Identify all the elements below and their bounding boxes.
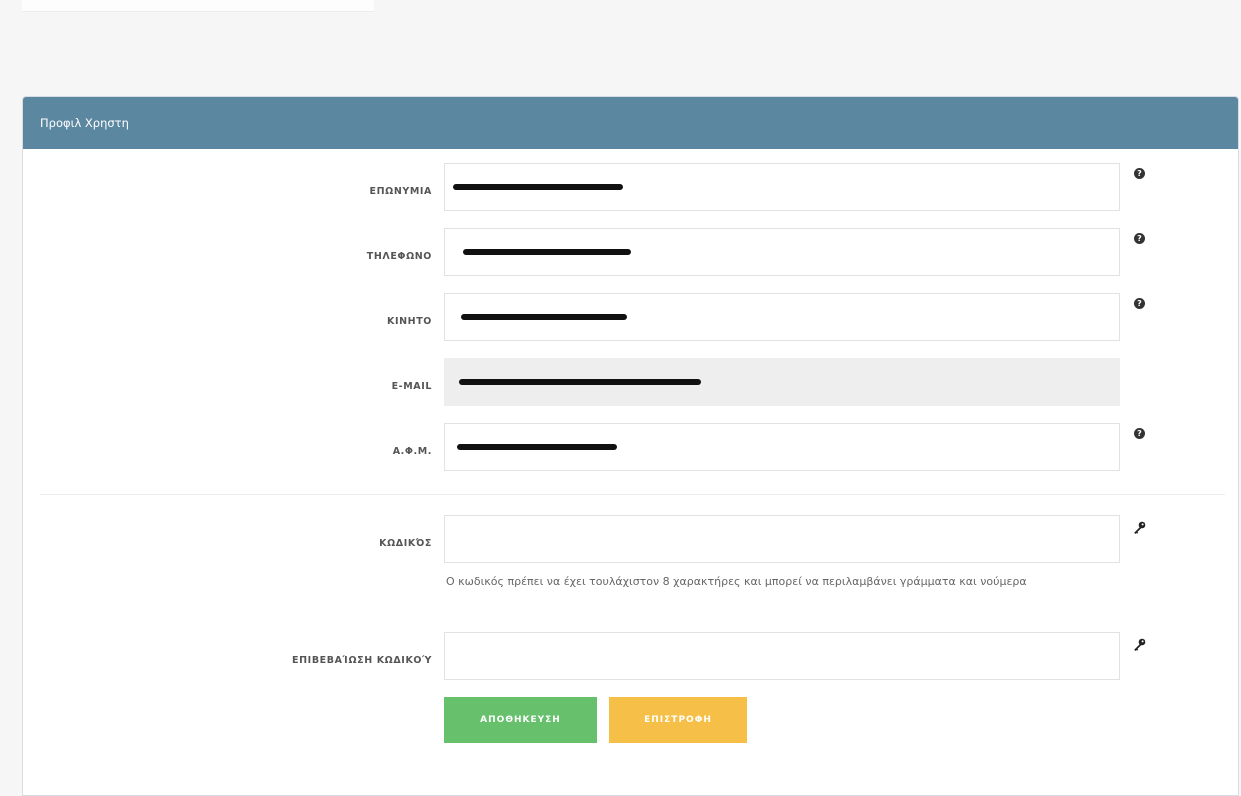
- redacted-value: [457, 444, 617, 450]
- top-tab: [22, 0, 374, 12]
- key-icon: [1134, 638, 1146, 651]
- save-button[interactable]: ΑΠΟΘΗΚΕΥΣΗ: [444, 697, 597, 743]
- field-row-confirm-password: ΕΠΙΒΕΒΑΊΩΣΗ ΚΩΔΙΚΟΎ: [23, 632, 1238, 680]
- user-profile-panel: Προφιλ Χρηστη ΕΠΩΝΥΜΙΑ ? ΤΗΛΕΦΩΝΟ ? ΚΙΝΗ…: [22, 96, 1239, 796]
- confirm-password-label: ΕΠΙΒΕΒΑΊΩΣΗ ΚΩΔΙΚΟΎ: [292, 655, 432, 666]
- redacted-value: [453, 184, 623, 190]
- divider: [40, 494, 1225, 495]
- name-label: ΕΠΩΝΥΜΙΑ: [369, 186, 432, 197]
- password-field[interactable]: [444, 515, 1120, 563]
- password-hint: Ο κωδικός πρέπει να έχει τουλάχιστον 8 χ…: [446, 575, 1027, 588]
- password-label: ΚΩΔΙΚΌΣ: [379, 538, 432, 549]
- confirm-password-field[interactable]: [444, 632, 1120, 680]
- vat-field[interactable]: [444, 423, 1120, 471]
- name-field[interactable]: [444, 163, 1120, 211]
- email-label: E-MAIL: [391, 381, 432, 392]
- field-row-email: E-MAIL: [23, 358, 1238, 406]
- panel-title: Προφιλ Χρηστη: [40, 116, 129, 130]
- back-button[interactable]: ΕΠΙΣΤΡΟΦΗ: [609, 697, 747, 743]
- redacted-value: [463, 249, 631, 255]
- redacted-value: [461, 314, 627, 320]
- field-row-password: ΚΩΔΙΚΌΣ: [23, 515, 1238, 563]
- phone-field[interactable]: [444, 228, 1120, 276]
- field-row-phone: ΤΗΛΕΦΩΝΟ ?: [23, 228, 1238, 276]
- vat-label: Α.Φ.Μ.: [392, 446, 432, 457]
- field-row-name: ΕΠΩΝΥΜΙΑ ?: [23, 163, 1238, 211]
- email-field: [444, 358, 1120, 406]
- key-icon: [1134, 521, 1146, 534]
- question-circle-icon[interactable]: ?: [1134, 298, 1145, 309]
- field-row-vat: Α.Φ.Μ. ?: [23, 423, 1238, 471]
- mobile-label: ΚΙΝΗΤΟ: [387, 316, 432, 327]
- redacted-value: [459, 379, 701, 385]
- field-row-mobile: ΚΙΝΗΤΟ ?: [23, 293, 1238, 341]
- question-circle-icon[interactable]: ?: [1134, 233, 1145, 244]
- mobile-field[interactable]: [444, 293, 1120, 341]
- question-circle-icon[interactable]: ?: [1134, 168, 1145, 179]
- question-circle-icon[interactable]: ?: [1134, 428, 1145, 439]
- phone-label: ΤΗΛΕΦΩΝΟ: [366, 251, 432, 262]
- panel-header: Προφιλ Χρηστη: [23, 97, 1238, 149]
